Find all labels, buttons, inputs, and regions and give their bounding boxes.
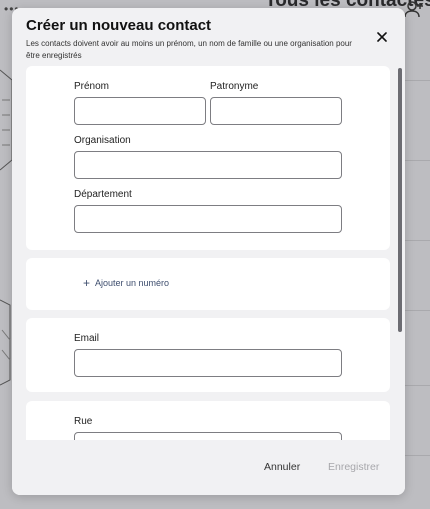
add-user-icon[interactable] <box>404 0 424 18</box>
email-label: Email <box>74 333 100 344</box>
create-contact-dialog: Créer un nouveau contact Les contacts do… <box>12 8 405 495</box>
street-field[interactable] <box>74 432 342 440</box>
dialog-footer: Annuler Enregistrer <box>12 440 405 495</box>
address-section-card: Rue <box>26 401 390 440</box>
cancel-button[interactable]: Annuler <box>264 461 300 473</box>
department-field[interactable] <box>74 205 342 233</box>
email-field[interactable] <box>74 349 342 377</box>
last-name-label: Patronyme <box>210 81 259 92</box>
first-name-field[interactable] <box>74 97 206 125</box>
street-label: Rue <box>74 416 93 427</box>
organisation-field[interactable] <box>74 151 342 179</box>
department-label: Département <box>74 189 132 200</box>
form-scrollbar[interactable] <box>398 68 402 332</box>
first-name-label: Prénom <box>74 81 110 92</box>
dialog-title: Créer un nouveau contact <box>26 17 212 34</box>
plus-icon: + <box>83 275 91 290</box>
name-section-card: Prénom Patronyme Organisation Départemen… <box>26 66 390 250</box>
form-scroll-area[interactable]: Prénom Patronyme Organisation Départemen… <box>26 66 390 440</box>
save-button[interactable]: Enregistrer <box>328 461 379 473</box>
organisation-label: Organisation <box>74 135 131 146</box>
last-name-field[interactable] <box>210 97 342 125</box>
add-phone-label: Ajouter un numéro <box>95 278 170 288</box>
dialog-subtitle: Les contacts doivent avoir au moins un p… <box>26 39 352 60</box>
email-section-card: Email <box>26 318 390 392</box>
close-icon[interactable] <box>375 30 389 44</box>
phone-section-card: + Ajouter un numéro <box>26 258 390 310</box>
add-phone-button[interactable]: + Ajouter un numéro <box>83 275 170 290</box>
